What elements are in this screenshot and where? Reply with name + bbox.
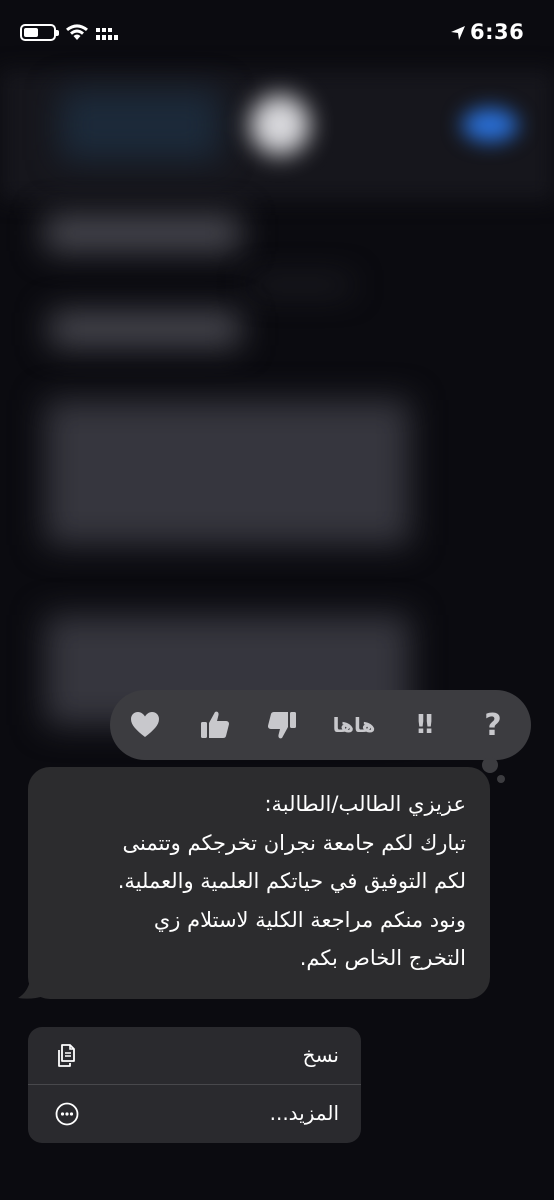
status-time: 6:36 — [470, 20, 525, 44]
signal-icon — [96, 28, 118, 40]
thumbs-up-icon — [201, 711, 230, 738]
message-line: تبارك لكم جامعة نجران تخرجكم وتتمنى — [122, 830, 467, 855]
blurred-block — [50, 312, 240, 346]
heart-reaction-button[interactable] — [126, 706, 164, 744]
blurred-block — [250, 280, 350, 290]
blurred-background — [0, 0, 554, 1200]
thumbs-down-reaction-button[interactable] — [263, 706, 301, 744]
blurred-button — [462, 108, 518, 142]
copy-label: نسخ — [302, 1043, 339, 1067]
question-label: ? — [484, 707, 502, 743]
reaction-bar-tail — [497, 775, 505, 783]
context-menu: نسخ المزيد... — [28, 1027, 361, 1143]
message-line: عزيزي الطالب/الطالبة: — [264, 792, 466, 816]
blurred-block — [45, 215, 240, 251]
exclamation-reaction-button[interactable]: ‼ — [404, 706, 442, 744]
location-arrow-icon — [451, 26, 465, 40]
reaction-bar: هاها ‼ ? — [110, 690, 531, 760]
more-label: المزيد... — [269, 1101, 339, 1125]
copy-icon — [58, 1044, 75, 1067]
thumbs-down-icon — [267, 712, 296, 739]
haha-reaction-button[interactable]: هاها — [332, 706, 376, 744]
blurred-block — [60, 90, 220, 160]
more-menu-item[interactable]: المزيد... — [28, 1085, 361, 1143]
blurred-avatar — [250, 95, 310, 155]
status-bar: 6:36 — [0, 0, 554, 70]
battery-icon — [20, 24, 59, 41]
copy-menu-item[interactable]: نسخ — [28, 1027, 361, 1085]
message-line: ونود منكم مراجعة الكلية لاستلام زي — [153, 907, 466, 932]
blurred-block — [45, 400, 410, 545]
question-reaction-button[interactable]: ? — [474, 706, 512, 744]
message-line: لكم التوفيق في حياتكم العلمية والعملية. — [117, 869, 466, 893]
message-bubble[interactable]: عزيزي الطالب/الطالبة: تبارك لكم جامعة نج… — [28, 767, 490, 999]
exclamation-label: ‼ — [416, 710, 433, 740]
thumbs-up-reaction-button[interactable] — [196, 706, 234, 744]
message-text: عزيزي الطالب/الطالبة: تبارك لكم جامعة نج… — [36, 785, 466, 978]
reaction-bar-tail — [482, 757, 498, 773]
message-line: التخرج الخاص بكم. — [299, 946, 466, 970]
bubble-tail — [18, 980, 44, 999]
wifi-icon — [66, 24, 88, 40]
haha-label: هاها — [332, 713, 376, 737]
heart-icon — [131, 712, 159, 737]
ellipsis-circle-icon — [55, 1102, 79, 1126]
